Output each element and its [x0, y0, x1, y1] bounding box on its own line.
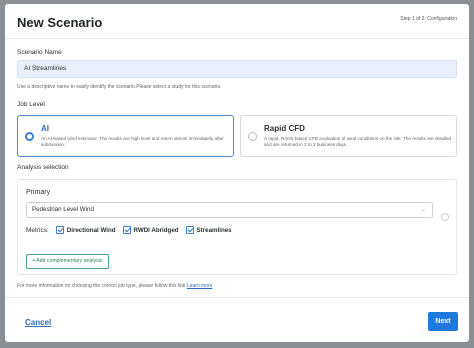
metric-rwdi-abridged[interactable]: RWDI Abridged — [122, 226, 179, 234]
scenario-name-input[interactable]: AI Streamlines — [17, 60, 457, 78]
chevron-down-icon: ⌄ — [420, 207, 426, 213]
scenario-name-label: Scenario Name — [17, 49, 62, 56]
modal-title: New Scenario — [17, 15, 103, 30]
footer-info: For more information on choosing the cor… — [17, 283, 212, 289]
radio-rapid-cfd[interactable] — [248, 132, 257, 141]
add-complementary-analysis-button[interactable]: + Add complementary analysis — [26, 254, 109, 269]
analysis-selection-label: Analysis selection — [17, 164, 69, 171]
metric-label: Directional Wind — [66, 226, 116, 234]
metric-directional-wind[interactable]: Directional Wind — [55, 226, 116, 234]
learn-more-link[interactable]: Learn more — [187, 283, 213, 289]
radio-ai[interactable] — [25, 132, 34, 141]
job-option-rapid-cfd-desc: A rapid, RANS based CFD evaluation of wi… — [264, 136, 452, 147]
checkbox-checked-icon[interactable] — [185, 226, 194, 234]
metrics-label: Metrics: — [26, 226, 49, 234]
scenario-name-hint: Use a descriptive name to easily identif… — [17, 84, 222, 90]
primary-label: Primary — [26, 189, 51, 196]
metric-label: RWDI Abridged — [133, 226, 179, 234]
job-option-ai-desc: An AI-based wind estimator. The results … — [41, 136, 224, 147]
job-option-rapid-cfd-title: Rapid CFD — [264, 124, 305, 133]
job-option-rapid-cfd[interactable]: Rapid CFD A rapid, RANS based CFD evalua… — [240, 115, 457, 157]
job-option-ai[interactable]: AI An AI-based wind estimator. The resul… — [17, 115, 234, 157]
job-level-label: Job Level — [17, 101, 45, 108]
job-option-ai-title: AI — [41, 124, 49, 133]
cancel-button[interactable]: Cancel — [25, 318, 51, 327]
footer-divider — [5, 297, 469, 298]
analysis-box: Primary Pedestrian Level Wind ⌄ Metrics:… — [17, 179, 457, 275]
new-scenario-modal: New Scenario Step 1 of 2: Configuration … — [5, 4, 469, 342]
metric-streamlines[interactable]: Streamlines — [185, 226, 232, 234]
primary-analysis-value: Pedestrian Level Wind — [32, 206, 94, 213]
checkbox-checked-icon[interactable] — [122, 226, 131, 234]
header-divider — [5, 38, 469, 39]
footer-info-text: For more information on choosing the cor… — [17, 283, 186, 289]
primary-analysis-select[interactable]: Pedestrian Level Wind ⌄ — [26, 202, 433, 218]
checkbox-checked-icon[interactable] — [55, 226, 64, 234]
step-indicator: Step 1 of 2: Configuration — [400, 16, 457, 22]
primary-radio[interactable] — [441, 213, 449, 221]
next-button[interactable]: Next — [428, 312, 458, 331]
metric-label: Streamlines — [196, 226, 232, 234]
metrics-row: Metrics: Directional Wind RWDI Abridged … — [26, 226, 232, 234]
